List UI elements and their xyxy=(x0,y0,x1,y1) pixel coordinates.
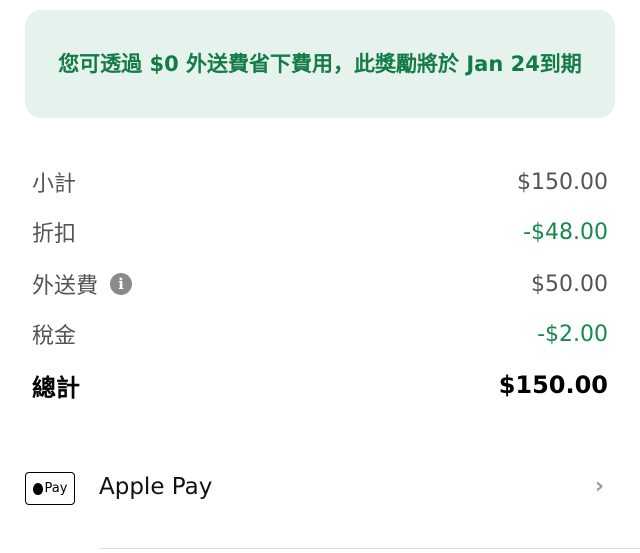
tax-row: 稅金 -$2.00 xyxy=(32,314,608,354)
delivery-fee-label: 外送費 xyxy=(32,274,99,299)
subtotal-label: 小計 xyxy=(32,172,77,197)
discount-label: 折扣 xyxy=(32,222,77,247)
delivery-fee-row: 外送費 i $50.00 xyxy=(32,264,608,304)
discount-value: -$48.00 xyxy=(523,219,608,245)
divider xyxy=(99,548,640,549)
total-value: $150.00 xyxy=(498,371,608,399)
checkout-summary: 您可透過 $0 外送費省下費用，此獎勵將於 Jan 24到期 小計 $150.0… xyxy=(0,0,640,553)
apple-pay-badge: Pay xyxy=(25,472,75,505)
info-icon[interactable]: i xyxy=(110,273,133,295)
discount-row: 折扣 -$48.00 xyxy=(32,212,608,252)
delivery-fee-value: $50.00 xyxy=(531,271,608,297)
payment-method-name: Apple Pay xyxy=(99,474,213,500)
subtotal-row: 小計 $150.00 xyxy=(32,162,608,202)
delivery-fee-label-group: 外送費 i xyxy=(32,268,133,300)
promo-banner: 您可透過 $0 外送費省下費用，此獎勵將於 Jan 24到期 xyxy=(25,10,615,118)
tax-label: 稅金 xyxy=(32,324,77,349)
payment-method-row[interactable]: Pay Apple Pay › xyxy=(0,460,640,518)
total-label: 總計 xyxy=(32,373,80,402)
tax-value: -$2.00 xyxy=(537,321,608,347)
chevron-right-icon: › xyxy=(594,474,604,499)
promo-message: 您可透過 $0 外送費省下費用，此獎勵將於 Jan 24到期 xyxy=(58,51,582,76)
subtotal-value: $150.00 xyxy=(517,169,608,195)
apple-pay-badge-text: Pay xyxy=(44,481,68,496)
apple-logo-icon xyxy=(32,482,43,495)
total-row: 總計 $150.00 xyxy=(32,365,608,405)
